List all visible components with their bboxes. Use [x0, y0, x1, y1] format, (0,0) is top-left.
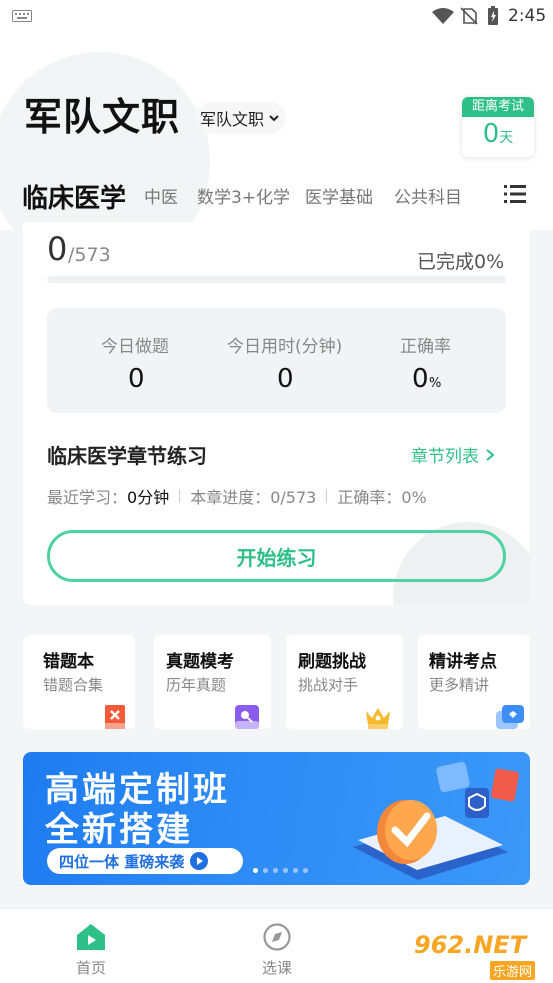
tab-tcm[interactable]: 中医 — [144, 183, 178, 208]
watermark-sub: 乐游网 — [490, 961, 536, 980]
no-sim-icon — [460, 7, 478, 25]
tool-subtitle: 错题合集 — [43, 676, 104, 694]
today-questions-label: 今日做题 — [101, 337, 169, 357]
status-bar: 2:45 — [0, 0, 553, 32]
recent-study-label: 最近学习： — [47, 488, 128, 507]
accuracy-label: 正确率 — [400, 337, 451, 357]
tool-title: 精讲考点 — [429, 652, 497, 672]
nav-home-label: 首页 — [75, 959, 106, 977]
chapter-title: 临床医学章节练习 — [47, 444, 207, 468]
pagination-dot — [273, 868, 278, 873]
nav-home[interactable]: 首页 — [64, 923, 118, 979]
battery-icon — [488, 6, 498, 25]
chapter-list-link[interactable]: 章节列表 — [411, 442, 495, 467]
lecture-icon — [496, 705, 524, 729]
banner-illustration — [353, 761, 519, 880]
bottom-nav: 首页 选课 962.NET 乐游网 — [0, 908, 553, 983]
tool-subtitle: 挑战对手 — [298, 676, 359, 694]
tool-challenge[interactable]: 刷题挑战 挑战对手 — [286, 635, 403, 729]
promo-banner[interactable]: 高端定制班 全新搭建 四位一体 重磅来袭 — [23, 752, 530, 885]
today-stats: 今日做题 0 今日用时(分钟) 0 正确率 0% — [47, 308, 506, 413]
status-time: 2:45 — [508, 6, 547, 26]
pagination-dot — [303, 868, 308, 873]
wrong-book-icon — [105, 705, 125, 729]
menu-icon[interactable] — [504, 184, 526, 204]
accuracy-value: 0 — [412, 364, 429, 394]
exam-countdown-unit: 天 — [499, 130, 514, 146]
header: 军队文职 军队文职 距离考试 0天 临床医学 中医 数学3+化学 医学基础 公共… — [0, 32, 553, 230]
watermark-text: 962.NET — [414, 931, 527, 959]
site-watermark: 962.NET 乐游网 — [414, 931, 546, 981]
keyboard-icon — [12, 10, 32, 22]
crown-icon — [366, 708, 390, 729]
tool-lectures[interactable]: 精讲考点 更多精讲 — [418, 635, 530, 729]
tab-medical-basics[interactable]: 医学基础 — [305, 183, 373, 208]
tool-title: 错题本 — [43, 652, 94, 672]
home-icon — [77, 924, 105, 950]
divider — [179, 489, 181, 503]
banner-line2: 全新搭建 — [45, 810, 193, 850]
pagination-dot-active — [253, 868, 258, 873]
compass-icon — [263, 923, 291, 951]
progress-done: 0 — [47, 230, 68, 268]
divider — [326, 489, 328, 503]
practice-card: 0 /573 已完成0% 今日做题 0 今日用时(分钟) 0 正确率 0% 临床… — [23, 222, 530, 605]
banner-tagline-pill: 四位一体 重磅来袭 — [47, 848, 243, 874]
tool-title: 真题模考 — [166, 652, 234, 672]
pagination-dot — [283, 868, 288, 873]
pagination-dot — [293, 868, 298, 873]
banner-pagination[interactable] — [253, 868, 308, 873]
tool-subtitle: 历年真题 — [166, 676, 227, 694]
today-minutes-label: 今日用时(分钟) — [227, 337, 343, 357]
nav-courses[interactable]: 选课 — [250, 923, 304, 979]
tool-subtitle: 更多精讲 — [429, 676, 490, 694]
recent-study-value: 0分钟 — [127, 488, 170, 507]
mock-exam-icon — [235, 705, 259, 729]
exam-countdown-label: 距离考试 — [462, 97, 534, 117]
chapter-meta: 最近学习： 0分钟 本章进度：0/573 正确率：0% — [47, 484, 427, 508]
tab-math-chem[interactable]: 数学3+化学 — [197, 183, 290, 208]
start-practice-button[interactable]: 开始练习 — [47, 530, 506, 582]
wifi-icon — [432, 8, 454, 24]
tab-public-subjects[interactable]: 公共科目 — [394, 183, 462, 208]
category-select[interactable]: 军队文职 — [196, 102, 287, 134]
tab-clinical[interactable]: 临床医学 — [22, 178, 126, 215]
progress-bar — [47, 276, 506, 283]
progress-total: /573 — [68, 244, 111, 266]
accuracy-unit: % — [429, 376, 442, 391]
nav-courses-label: 选课 — [261, 959, 292, 977]
today-minutes-value: 0 — [277, 364, 294, 394]
tool-title: 刷题挑战 — [298, 652, 366, 672]
category-select-value: 军队文职 — [200, 110, 265, 129]
progress-percent: 已完成0% — [417, 251, 505, 273]
chapter-list-label: 章节列表 — [411, 447, 479, 467]
today-questions-value: 0 — [128, 364, 145, 394]
banner-tagline: 四位一体 重磅来袭 — [59, 852, 185, 871]
chapter-progress: 本章进度：0/573 — [190, 488, 317, 507]
page-title: 军队文职 — [24, 95, 181, 139]
play-circle-icon — [190, 852, 209, 870]
chevron-down-icon — [269, 115, 279, 122]
exam-countdown-value: 0 — [482, 119, 500, 149]
tool-wrong-book[interactable]: 错题本 错题合集 — [23, 635, 135, 729]
tool-mock-exam[interactable]: 真题模考 历年真题 — [154, 635, 271, 729]
chevron-right-icon — [486, 448, 495, 461]
exam-countdown[interactable]: 距离考试 0天 — [462, 97, 534, 157]
pagination-dot — [263, 868, 268, 873]
chapter-accuracy: 正确率：0% — [337, 488, 427, 507]
